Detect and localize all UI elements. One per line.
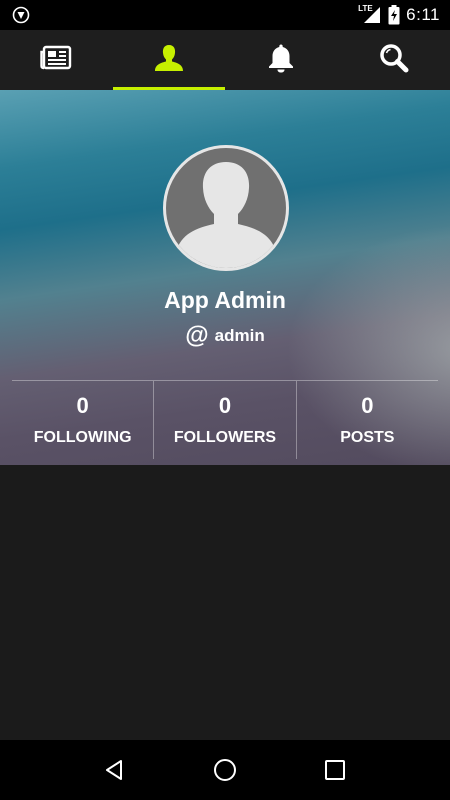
avatar[interactable]	[163, 145, 289, 271]
tab-profile[interactable]	[112, 30, 226, 90]
stat-followers[interactable]: 0 FOLLOWERS	[153, 381, 295, 459]
vpn-shield-icon	[12, 6, 30, 24]
tab-feed[interactable]	[0, 30, 113, 90]
top-nav	[0, 30, 450, 90]
back-button[interactable]	[95, 750, 135, 790]
system-nav-bar	[0, 740, 450, 800]
tab-search[interactable]	[338, 30, 450, 90]
bell-icon	[267, 43, 295, 78]
stats-row: 0 FOLLOWING 0 FOLLOWERS 0 POSTS	[12, 381, 438, 459]
newspaper-icon	[40, 45, 72, 76]
signal-icon: LTE	[358, 4, 382, 24]
at-icon: @	[185, 322, 209, 349]
posts-label: POSTS	[340, 429, 395, 446]
profile-icon	[153, 44, 185, 77]
display-name: App Admin	[164, 287, 286, 313]
posts-count: 0	[361, 393, 374, 418]
following-count: 0	[76, 393, 89, 418]
followers-label: FOLLOWERS	[173, 429, 277, 446]
default-avatar-icon	[176, 162, 276, 268]
recents-icon	[325, 760, 345, 780]
stat-posts[interactable]: 0 POSTS	[295, 381, 438, 459]
search-icon	[379, 43, 409, 78]
status-indicators: LTE 6:11	[358, 0, 440, 30]
battery-charging-icon	[388, 5, 400, 25]
profile-header: App Admin @ admin 0 FOLLOWING 0 FOLLOWER…	[0, 90, 450, 465]
home-button[interactable]	[205, 750, 245, 790]
following-label: FOLLOWING	[33, 429, 132, 446]
followers-count: 0	[218, 393, 232, 418]
content-area	[0, 465, 450, 740]
username: admin	[214, 326, 265, 345]
home-icon	[214, 759, 236, 781]
status-bar: LTE 6:11	[0, 0, 450, 30]
recents-button[interactable]	[315, 750, 355, 790]
back-icon	[106, 760, 122, 780]
clock: 6:11	[406, 5, 440, 24]
username-row: @ admin	[0, 324, 450, 348]
stat-following[interactable]: 0 FOLLOWING	[12, 381, 153, 459]
tab-notifications[interactable]	[225, 30, 338, 90]
